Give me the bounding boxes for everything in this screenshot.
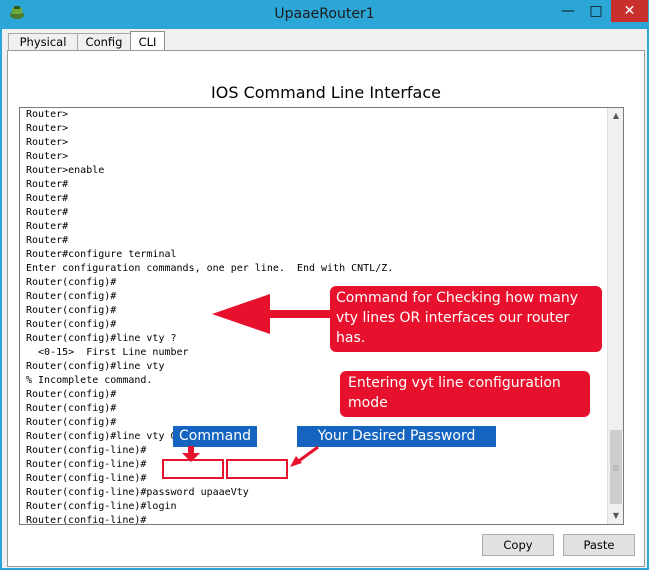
- annotation-line-mode: Entering vyt line configuration mode: [340, 371, 590, 417]
- terminal-line: Router(config-line)#: [26, 459, 147, 470]
- terminal-line: Router(config-line)#: [26, 473, 147, 484]
- highlight-password-command: [162, 459, 224, 479]
- copy-button[interactable]: Copy: [482, 534, 554, 556]
- terminal-line: Router>: [26, 137, 69, 148]
- scrollbar-thumb[interactable]: [610, 430, 622, 504]
- maximize-icon[interactable]: □: [582, 0, 610, 22]
- terminal-scrollbar[interactable]: ▲ ▼: [607, 108, 623, 524]
- terminal-line: Router#: [26, 193, 69, 204]
- title-bar: UpaaeRouter1 — □ ✕: [0, 0, 649, 29]
- terminal-line: Enter configuration commands, one per li…: [26, 263, 394, 274]
- terminal-line: Router#: [26, 207, 69, 218]
- terminal-line: Router>: [26, 109, 69, 120]
- close-icon[interactable]: ✕: [611, 0, 648, 22]
- terminal-line: Router#: [26, 235, 69, 246]
- scrollbar-grip: [613, 465, 619, 471]
- terminal-line: Router#: [26, 179, 69, 190]
- scroll-up-icon[interactable]: ▲: [608, 108, 623, 124]
- cli-heading: IOS Command Line Interface: [211, 83, 441, 102]
- minimize-icon[interactable]: —: [554, 0, 582, 22]
- terminal-line: Router>: [26, 123, 69, 134]
- terminal-line: Router#: [26, 221, 69, 232]
- scroll-down-icon[interactable]: ▼: [608, 508, 623, 524]
- tab-physical[interactable]: Physical: [8, 33, 78, 51]
- terminal-line: Router>: [26, 151, 69, 162]
- terminal-line: Router#configure terminal: [26, 249, 177, 260]
- window-title: UpaaeRouter1: [274, 6, 375, 22]
- terminal-line: Router(config-line)#: [26, 515, 147, 525]
- tab-cli[interactable]: CLI: [130, 31, 165, 52]
- paste-button[interactable]: Paste: [563, 534, 635, 556]
- terminal-line: Router(config-line)#login: [26, 501, 177, 512]
- annotation-command-label: Command: [173, 426, 257, 447]
- terminal-line: Router>enable: [26, 165, 105, 176]
- annotation-password-label: Your Desired Password: [297, 426, 496, 447]
- annotation-vty-check: Command for Checking how many vty lines …: [330, 286, 602, 352]
- terminal-line: Router(config-line)#password upaaeVty: [26, 487, 249, 498]
- tab-config[interactable]: Config: [77, 33, 131, 51]
- highlight-password-value: [226, 459, 288, 479]
